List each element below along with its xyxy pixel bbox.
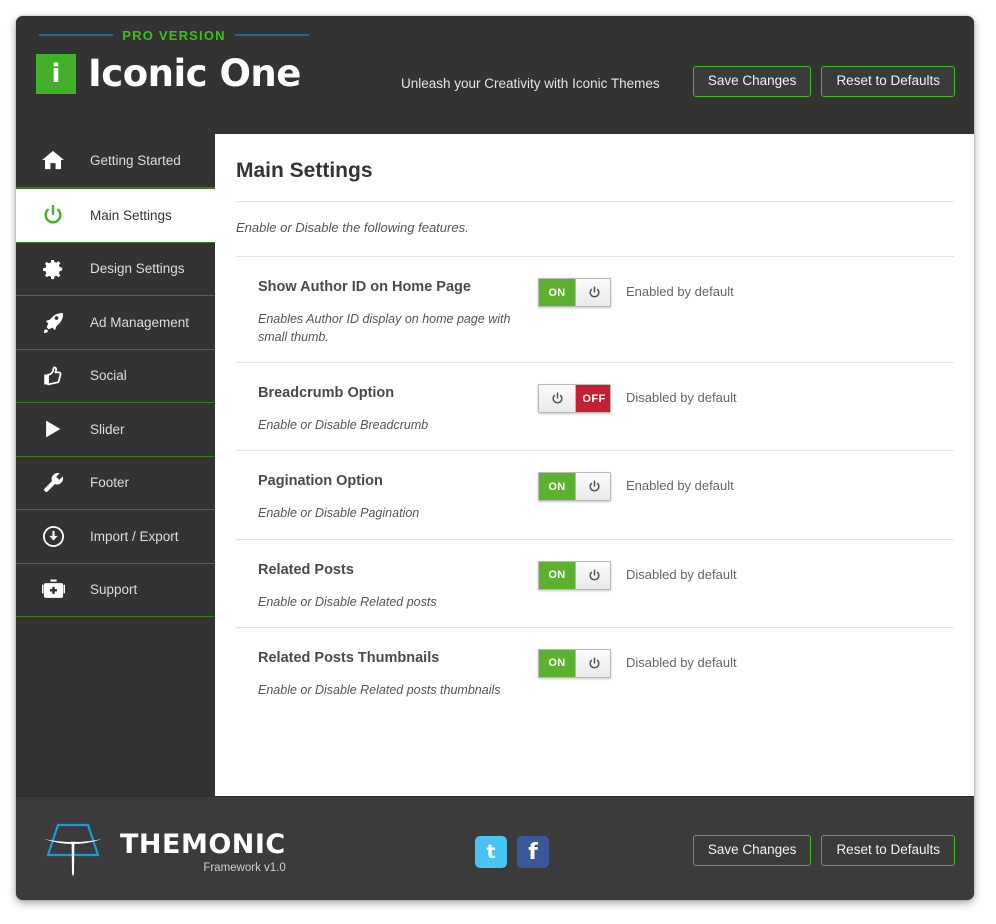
page-header: PRO VERSION i Iconic One Unleash your Cr… [16,16,974,134]
logo-mark-icon: i [36,53,76,94]
toggle-state-label: ON [539,279,575,306]
toggle-knob-power-icon[interactable] [539,385,576,413]
thumbs-up-icon [36,365,70,387]
footer-brand-name: THEMONIC [120,828,286,860]
sidebar-item-label: Slider [90,421,125,437]
toggle-breadcrumb-option[interactable]: OFF [538,384,611,414]
setting-row: Related Posts Thumbnails Enable or Disab… [236,626,954,715]
toggle-knob-power-icon[interactable] [575,649,610,677]
sidebar-item-social[interactable]: Social [16,350,215,403]
toggle-show-author-id[interactable]: ON [538,278,611,307]
setting-row: Pagination Option Enable or Disable Pagi… [236,450,954,538]
briefcase-medical-icon [36,578,70,601]
setting-description: Enables Author ID display on home page w… [258,312,511,345]
sidebar-item-support[interactable]: Support [16,564,215,617]
setting-description: Enable or Disable Related posts thumbnai… [258,682,501,697]
setting-row: Breadcrumb Option Enable or Disable Brea… [236,362,954,450]
page-body: Getting Started Main Settings Design Set… [16,134,974,796]
setting-note: Disabled by default [626,654,737,670]
sidebar-item-ad-management[interactable]: Ad Management [16,296,215,350]
sidebar-item-label: Getting Started [90,152,181,168]
page-title: Main Settings [236,159,373,182]
rocket-icon [36,311,70,334]
setting-note: Enabled by default [626,284,734,299]
home-icon [36,150,70,170]
facebook-icon[interactable]: f [517,836,549,868]
sidebar-item-main-settings[interactable]: Main Settings [16,187,215,243]
brand-block: PRO VERSION i Iconic One [36,28,309,95]
setting-note: Disabled by default [626,390,737,406]
footer-brand: THEMONIC Framework v1.0 [40,819,286,886]
pro-rule-left [39,34,114,36]
setting-note: Disabled by default [626,566,737,582]
footer-social-links: t f [475,836,549,868]
toggle-knob-power-icon[interactable] [575,279,610,306]
toggle-state-label: OFF [576,385,610,413]
sidebar-nav: Getting Started Main Settings Design Set… [16,134,215,796]
sidebar-item-slider[interactable]: Slider [16,403,215,457]
toggle-pagination-option[interactable]: ON [538,472,611,502]
setting-description: Enable or Disable Related posts [258,594,437,609]
power-icon [36,204,70,226]
setting-row: Show Author ID on Home Page Enables Auth… [236,256,954,362]
footer-save-changes-button[interactable]: Save Changes [692,835,812,866]
logo-wordmark: Iconic One [88,52,301,95]
setting-description: Enable or Disable Breadcrumb [258,418,429,433]
sidebar-item-label: Design Settings [90,261,185,277]
toggle-state-label: ON [539,473,575,501]
sidebar-item-footer[interactable]: Footer [16,457,215,510]
toggle-related-posts[interactable]: ON [538,560,611,590]
logo: i Iconic One [36,52,309,95]
setting-note: Enabled by default [626,478,734,494]
pro-version-banner: PRO VERSION [39,27,309,43]
sidebar-item-design-settings[interactable]: Design Settings [16,243,215,296]
toggle-knob-power-icon[interactable] [575,561,610,589]
sidebar-item-label: Social [90,368,127,384]
sidebar-item-label: Import / Export [90,528,179,544]
header-save-changes-button[interactable]: Save Changes [692,66,812,97]
footer-brand-sub: Framework v1.0 [203,861,286,874]
toggle-state-label: ON [539,561,575,589]
sidebar-item-label: Footer [90,475,130,491]
footer-actions: Save Changes Reset to Defaults [692,835,955,866]
sidebar-item-label: Ad Management [90,314,190,330]
footer-reset-to-defaults-button[interactable]: Reset to Defaults [821,835,955,866]
toggle-state-label: ON [539,649,575,677]
toggle-related-posts-thumbnails[interactable]: ON [538,648,611,678]
sidebar-item-label: Support [90,582,138,598]
header-reset-to-defaults-button[interactable]: Reset to Defaults [821,66,955,97]
wrench-icon [36,471,70,494]
sidebar-item-getting-started[interactable]: Getting Started [16,134,215,188]
pro-rule-right [234,34,309,36]
admin-panel: PRO VERSION i Iconic One Unleash your Cr… [16,16,974,900]
toggle-knob-power-icon[interactable] [575,473,610,501]
download-circle-icon [36,525,70,548]
header-tagline: Unleash your Creativity with Iconic Them… [401,76,660,91]
footer-wordmark: THEMONIC Framework v1.0 [120,831,286,875]
header-actions: Save Changes Reset to Defaults [692,66,955,97]
setting-description: Enable or Disable Pagination [258,506,420,521]
sidebar-item-import-export[interactable]: Import / Export [16,510,215,564]
twitter-icon[interactable]: t [475,836,507,868]
setting-row: Related Posts Enable or Disable Related … [236,538,954,627]
gear-icon [36,258,70,280]
main-content: Main Settings Enable or Disable the foll… [215,134,974,796]
sidebar-item-label: Main Settings [90,207,172,223]
page-subtitle: Enable or Disable the following features… [236,220,469,235]
pro-version-label: PRO VERSION [122,27,226,43]
themonic-logo-icon [40,819,106,886]
play-icon [36,418,70,440]
